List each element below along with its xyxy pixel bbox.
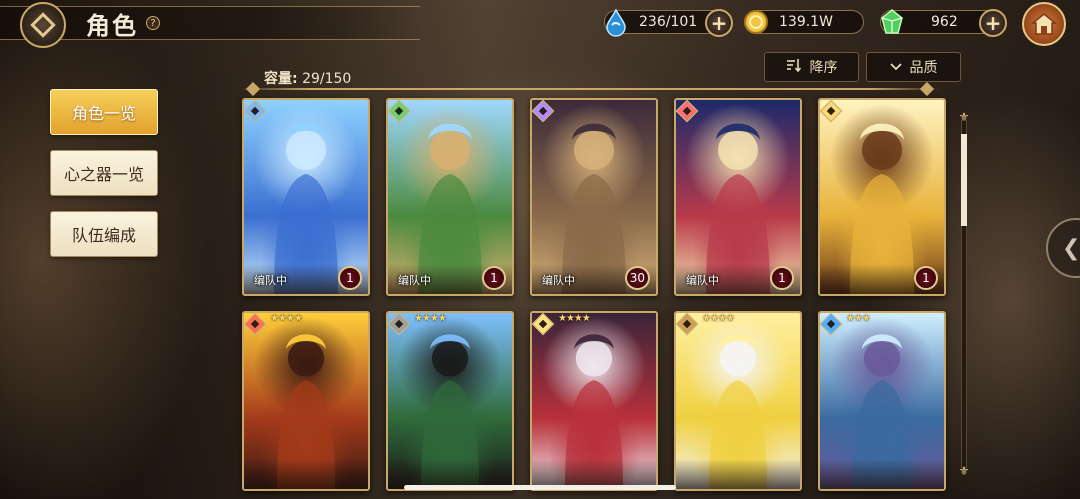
character-card[interactable]: ★★★★: [674, 311, 802, 491]
chevron-down-icon: [889, 59, 902, 75]
home-icon: [1031, 13, 1057, 35]
level-badge: 1: [338, 266, 362, 290]
scroll-bottom-ornament: ⚜: [958, 464, 970, 478]
sort-order-button[interactable]: 降序: [764, 52, 859, 82]
capacity-label: 容量:: [264, 71, 298, 87]
rarity-stars: ★★★: [846, 313, 871, 324]
green-crystal-icon: [877, 7, 907, 37]
in-team-label: 编队中: [686, 274, 719, 287]
header-divider: [240, 88, 940, 90]
scrollbar-thumb[interactable]: [961, 134, 967, 226]
diamond-icon: [30, 12, 56, 38]
sort-descending-icon: [786, 58, 802, 76]
sort-order-label: 降序: [809, 60, 838, 76]
character-card[interactable]: ★★★★: [386, 311, 514, 491]
add-stamina-button[interactable]: +: [705, 9, 733, 37]
level-badge: 1: [482, 266, 506, 290]
quality-filter-button[interactable]: 品质: [866, 52, 961, 82]
character-card[interactable]: 编队中 30: [530, 98, 658, 296]
help-icon[interactable]: ?: [146, 16, 160, 30]
coin-icon: [741, 7, 771, 37]
character-card[interactable]: ★★★★: [242, 311, 370, 491]
rarity-stars: ★★★★: [558, 313, 591, 324]
in-team-label: 编队中: [542, 274, 575, 287]
capacity-display: 容量: 29/150: [264, 68, 351, 88]
rarity-stars: ★★★★: [702, 313, 735, 324]
home-indicator: [404, 485, 676, 490]
character-card[interactable]: ★★★★: [530, 311, 658, 491]
add-gems-button[interactable]: +: [979, 9, 1007, 37]
gems-counter: 962 +: [877, 7, 1007, 37]
rarity-stars: ★★★★: [414, 313, 447, 324]
character-card[interactable]: ★★★: [818, 311, 946, 491]
back-button[interactable]: [20, 2, 66, 48]
stamina-counter: 236/101 +: [601, 7, 733, 37]
level-badge: 30: [624, 266, 650, 290]
in-team-label: 编队中: [254, 274, 287, 287]
top-bar: 角色 ? 236/101 + 139.1W 962 +: [0, 0, 1080, 48]
rarity-stars: ★★★★: [270, 313, 303, 324]
character-card[interactable]: 编队中 1: [674, 98, 802, 296]
card-bottom-trim: [244, 459, 368, 489]
character-card[interactable]: 1: [818, 98, 946, 296]
card-bottom-trim: [676, 459, 800, 489]
capacity-value: 29/150: [302, 71, 352, 87]
menu-heart-vessel-list[interactable]: 心之器一览: [50, 150, 158, 196]
menu-team-formation[interactable]: 队伍编成: [50, 211, 158, 257]
home-button[interactable]: [1022, 2, 1066, 46]
gold-value: 139.1W: [779, 14, 833, 30]
gems-value: 962: [931, 14, 958, 30]
character-card[interactable]: 编队中 1: [242, 98, 370, 296]
character-card[interactable]: 编队中 1: [386, 98, 514, 296]
menu-character-list[interactable]: 角色一览: [50, 89, 158, 135]
card-bottom-trim: [820, 459, 944, 489]
page-title: 角色: [86, 12, 138, 40]
stamina-value: 236/101: [639, 14, 698, 30]
level-badge: 1: [770, 266, 794, 290]
quality-filter-label: 品质: [909, 60, 938, 76]
level-badge: 1: [914, 266, 938, 290]
in-team-label: 编队中: [398, 274, 431, 287]
gold-counter: 139.1W: [744, 10, 864, 34]
water-drop-icon: [601, 7, 631, 37]
